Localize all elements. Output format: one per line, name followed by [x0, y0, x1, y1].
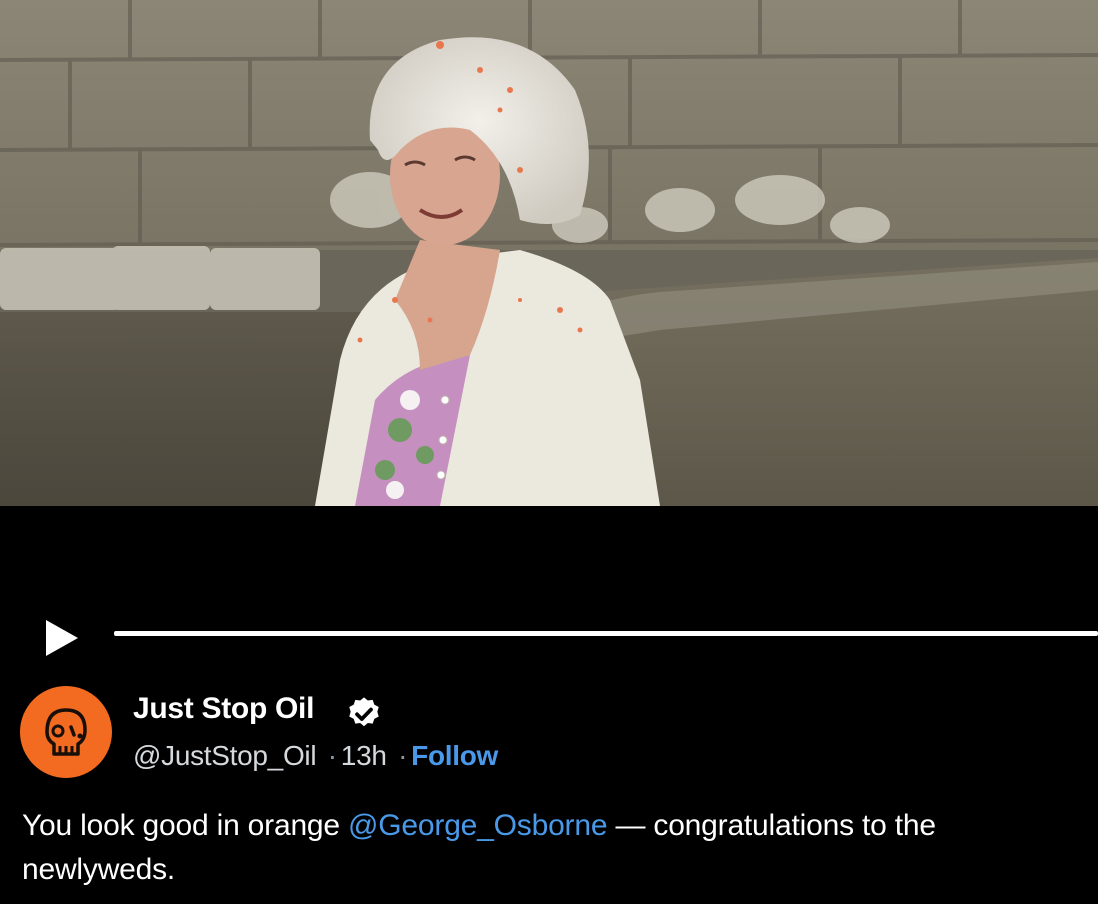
author-avatar[interactable]	[20, 686, 112, 778]
author-handle[interactable]: @JustStop_Oil	[133, 740, 317, 771]
author-display-name[interactable]: Just Stop Oil	[133, 692, 314, 726]
tweet-timestamp[interactable]: 13h	[341, 740, 387, 771]
mention-link[interactable]: @George_Osborne	[348, 809, 607, 842]
video-still-image	[0, 0, 1098, 506]
tweet-text-before: You look good in orange	[22, 809, 349, 842]
skull-icon	[20, 686, 112, 778]
video-frame[interactable]	[0, 0, 1098, 506]
tweet-card: Just Stop Oil @JustStop_Oil · 13h · Follow…	[0, 666, 1098, 904]
video-progress-bar[interactable]	[114, 631, 1098, 636]
play-icon	[46, 620, 78, 656]
meta-separator: ·	[327, 740, 337, 771]
tweet-text: You look good in orange @George_Osborne …	[22, 804, 1088, 892]
play-button[interactable]	[40, 616, 84, 660]
verified-badge-icon	[345, 695, 383, 733]
video-player-controls	[0, 506, 1098, 666]
tweet-meta-line: @JustStop_Oil · 13h · Follow	[133, 740, 498, 772]
follow-button[interactable]: Follow	[411, 740, 498, 771]
meta-separator: ·	[398, 740, 408, 771]
